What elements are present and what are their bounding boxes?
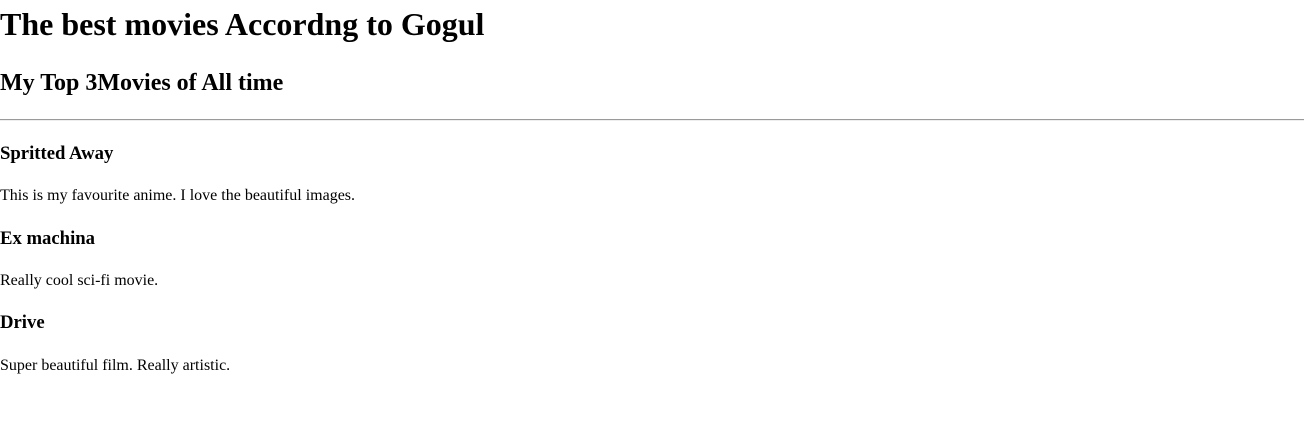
page-title: The best movies Accordng to Gogul bbox=[0, 6, 485, 42]
movie-title-drive: Drive bbox=[0, 312, 45, 333]
divider bbox=[0, 119, 1304, 121]
page: The best movies Accordng to Gogul My Top… bbox=[0, 0, 1304, 423]
movie-description-ex-machina: Really cool sci-fi movie. bbox=[0, 272, 159, 289]
page-subtitle: My Top 3Movies of All time bbox=[0, 70, 284, 96]
movie-description-drive: Super beautiful film. Really artistic. bbox=[0, 357, 231, 374]
movie-description-spirited-away: This is my favourite anime. I love the b… bbox=[0, 187, 356, 204]
movie-title-ex-machina: Ex machina bbox=[0, 228, 96, 249]
movie-title-spirited-away: Spritted Away bbox=[0, 143, 114, 164]
